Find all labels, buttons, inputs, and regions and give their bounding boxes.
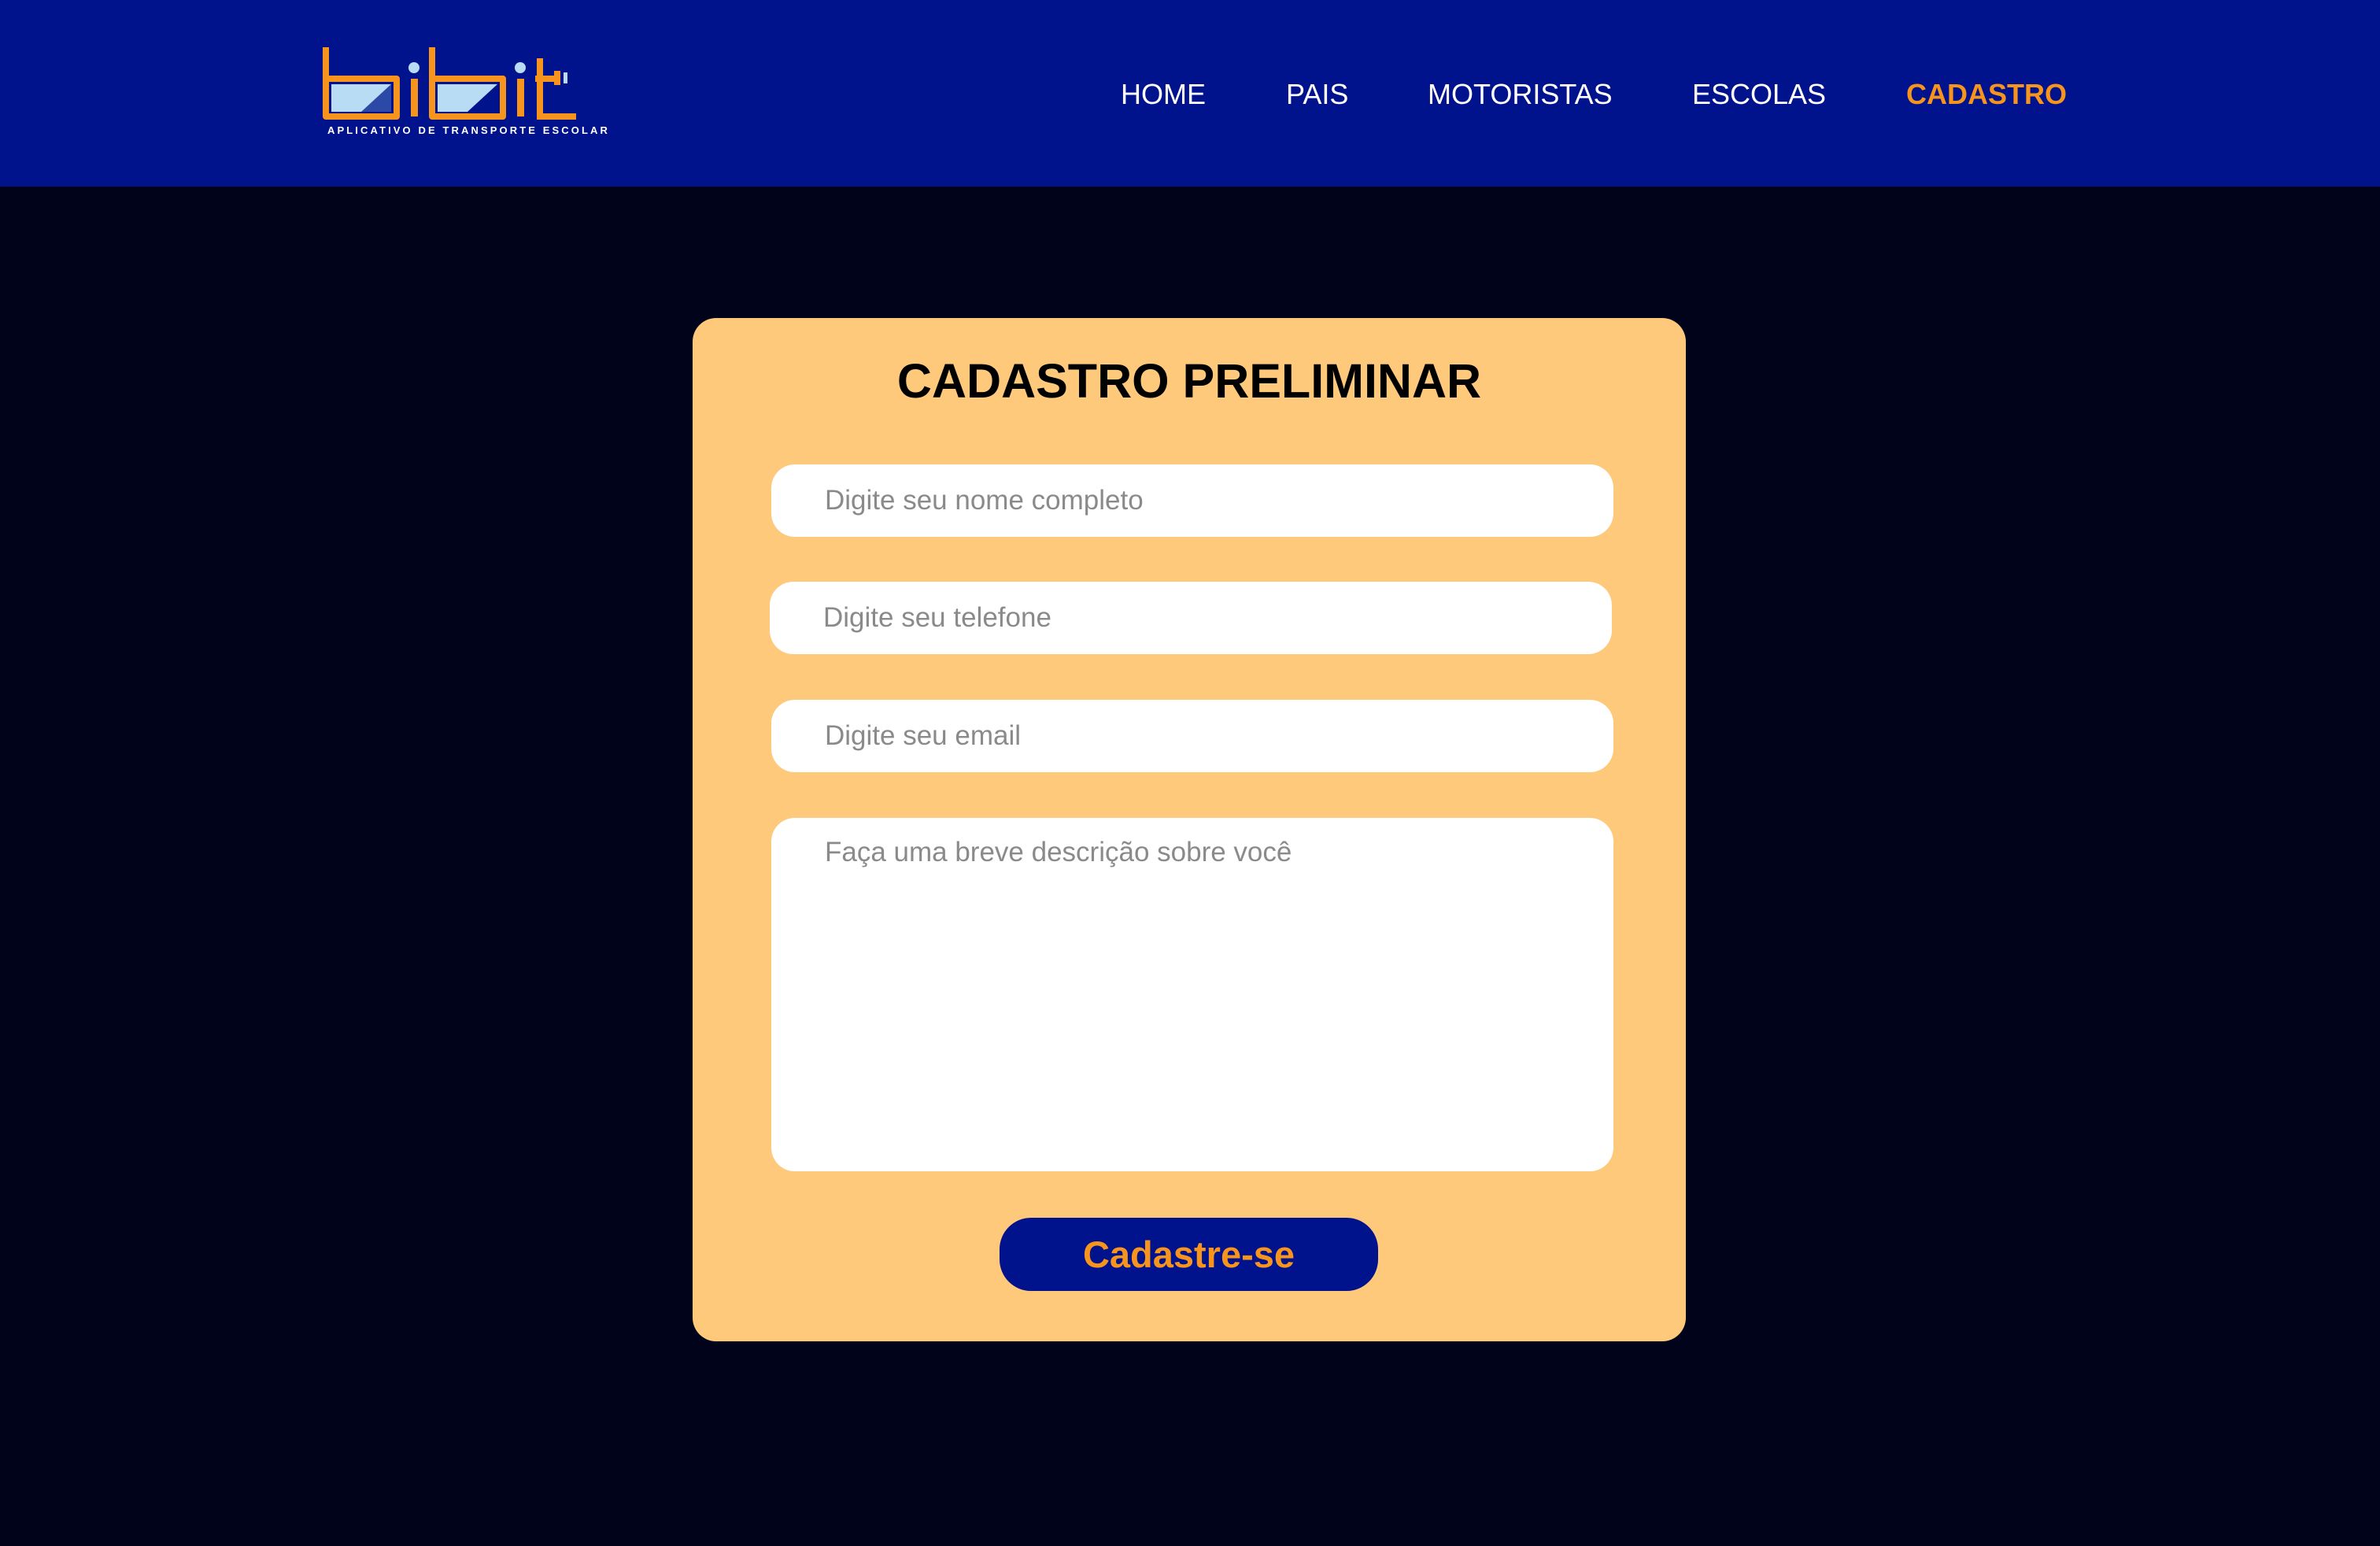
description-textarea[interactable] bbox=[771, 818, 1613, 1171]
top-navbar: APLICATIVO DE TRANSPORTE ESCOLAR HOME PA… bbox=[0, 0, 2380, 187]
bibit-logo-icon bbox=[323, 47, 576, 120]
phone-input[interactable] bbox=[770, 582, 1612, 654]
nav-item-home[interactable]: HOME bbox=[1121, 77, 1206, 112]
nav-item-escolas[interactable]: ESCOLAS bbox=[1692, 77, 1826, 112]
registration-card: CADASTRO PRELIMINAR Cadastre-se bbox=[693, 318, 1686, 1341]
nav-item-cadastro[interactable]: CADASTRO bbox=[1906, 77, 2067, 112]
submit-button[interactable]: Cadastre-se bbox=[1000, 1218, 1378, 1291]
email-input[interactable] bbox=[771, 700, 1613, 772]
full-name-input[interactable] bbox=[771, 464, 1613, 537]
nav-item-motoristas[interactable]: MOTORISTAS bbox=[1428, 77, 1613, 112]
bibit-logo[interactable]: APLICATIVO DE TRANSPORTE ESCOLAR bbox=[318, 41, 610, 143]
nav-item-pais[interactable]: PAIS bbox=[1286, 77, 1348, 112]
form-title: CADASTRO PRELIMINAR bbox=[896, 354, 1482, 408]
logo-tagline: APLICATIVO DE TRANSPORTE ESCOLAR bbox=[327, 124, 610, 136]
